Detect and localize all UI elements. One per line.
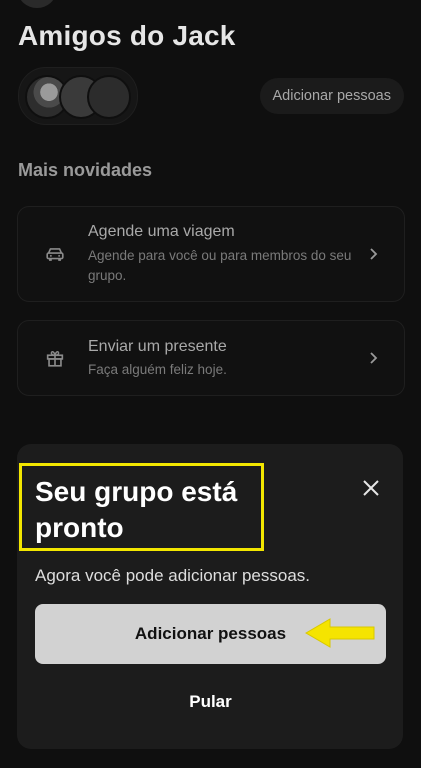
group-members-avatars[interactable] [18, 67, 138, 125]
send-gift-card[interactable]: Enviar um presente Faça alguém feliz hoj… [17, 320, 405, 396]
group-ready-sheet: Seu grupo está pronto Agora você pode ad… [17, 444, 403, 749]
card-title: Agende uma viagem [88, 223, 235, 240]
car-icon [46, 248, 64, 261]
card-title: Enviar um presente [88, 338, 227, 355]
chevron-right-icon [370, 248, 378, 260]
gift-icon [46, 350, 64, 367]
add-people-chip[interactable]: Adicionar pessoas [259, 78, 404, 114]
sheet-title: Seu grupo está pronto [35, 476, 238, 543]
sheet-subtitle: Agora você pode adicionar pessoas. [35, 566, 311, 585]
group-screen: Amigos do Jack Adicionar pessoas Mais no… [0, 0, 421, 768]
card-subtitle: Agende para você ou para membros do seu … [88, 248, 352, 283]
member-avatar-placeholder [87, 75, 131, 119]
arrow-left-annotation-icon [305, 618, 375, 648]
back-button-partial[interactable] [18, 0, 56, 8]
card-subtitle: Faça alguém feliz hoje. [88, 362, 227, 377]
chevron-right-icon [370, 352, 378, 364]
section-title: Mais novidades [18, 160, 153, 180]
close-icon[interactable] [359, 476, 383, 500]
skip-button[interactable]: Pular [35, 680, 386, 724]
schedule-ride-card[interactable]: Agende uma viagem Agende para você ou pa… [17, 206, 405, 302]
group-title: Amigos do Jack [18, 20, 236, 51]
